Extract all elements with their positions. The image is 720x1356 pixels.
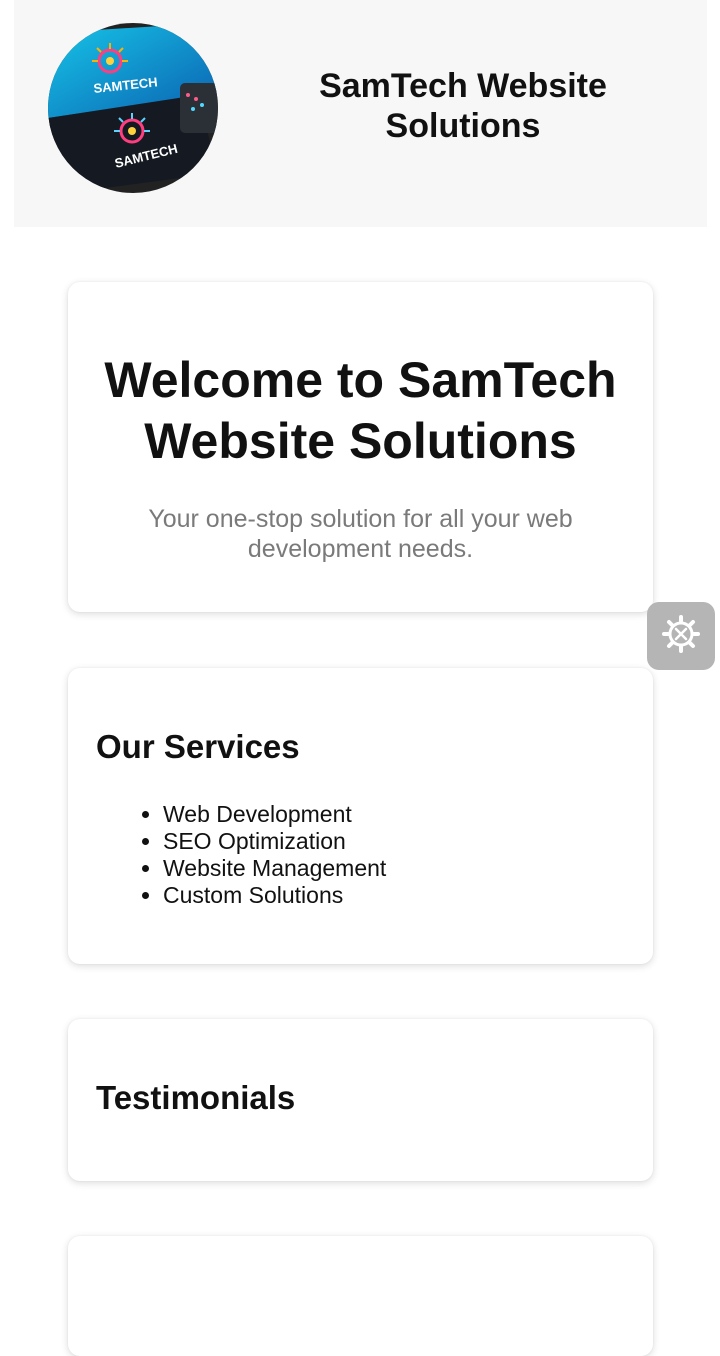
list-item: Website Management bbox=[163, 855, 386, 882]
settings-tools-icon bbox=[661, 614, 701, 659]
list-item: Custom Solutions bbox=[163, 882, 386, 909]
services-card: Our Services Web Development SEO Optimiz… bbox=[68, 668, 653, 964]
next-section-card bbox=[68, 1236, 653, 1356]
site-header: SAMTECH SAMTECH SamTech Website Solution… bbox=[14, 0, 707, 227]
settings-tools-button[interactable] bbox=[647, 602, 715, 670]
hero-subtitle: Your one-stop solution for all your web … bbox=[148, 505, 573, 563]
testimonials-card: Testimonials bbox=[68, 1019, 653, 1181]
services-heading: Our Services bbox=[96, 728, 300, 765]
hero-heading: Welcome to SamTech Website Solutions bbox=[104, 352, 617, 469]
services-list: Web Development SEO Optimization Website… bbox=[68, 801, 386, 909]
site-title: SamTech Website Solutions bbox=[319, 67, 607, 145]
logo[interactable]: SAMTECH SAMTECH bbox=[48, 23, 218, 193]
hero-card: Welcome to SamTech Website Solutions You… bbox=[68, 282, 653, 612]
list-item: SEO Optimization bbox=[163, 828, 386, 855]
testimonials-heading: Testimonials bbox=[96, 1079, 296, 1116]
list-item: Web Development bbox=[163, 801, 386, 828]
